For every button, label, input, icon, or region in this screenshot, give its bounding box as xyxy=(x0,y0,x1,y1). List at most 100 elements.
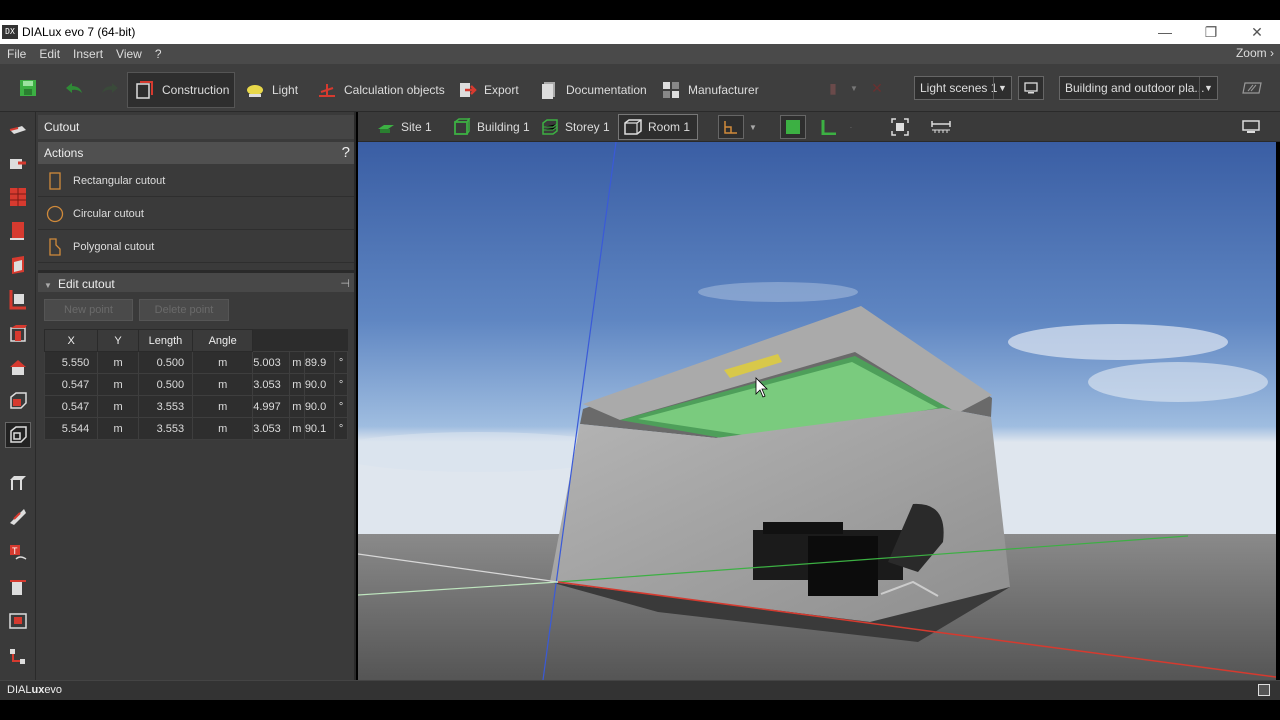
select-tool-icon[interactable] xyxy=(5,116,31,142)
tab-calculation-label: Calculation objects xyxy=(344,83,445,97)
tab-documentation[interactable]: Documentation xyxy=(532,72,647,108)
breadcrumb-room[interactable]: Room 1 xyxy=(618,114,698,140)
building-view-select[interactable]: Building and outdoor pla... ▼ xyxy=(1059,76,1218,100)
dialux-logo: DIALuxevo xyxy=(7,684,62,696)
roof-tool-icon[interactable] xyxy=(5,354,31,380)
view-mode-button[interactable] xyxy=(718,115,744,139)
circular-cutout-button[interactable]: Circular cutout xyxy=(38,198,354,230)
main-toolbar: Construction Light Calculation objects E… xyxy=(0,64,1280,112)
room-icon xyxy=(623,117,643,137)
play-icon[interactable]: ▮ xyxy=(820,80,846,97)
building-tool-icon[interactable] xyxy=(5,184,31,210)
table-row[interactable]: 5.550 m 0.500 m 5.003 m 89.9 ° xyxy=(43,351,348,374)
tab-light[interactable]: Light xyxy=(238,72,298,108)
cell-length[interactable]: 3.053 xyxy=(252,373,290,396)
edit-cutout-title: Edit cutout xyxy=(58,277,115,291)
tab-calculation-objects[interactable]: Calculation objects xyxy=(310,72,445,108)
3d-viewport[interactable] xyxy=(358,142,1276,680)
import-tool-icon[interactable] xyxy=(5,150,31,176)
cell-angle-unit: ° xyxy=(334,351,348,374)
zoom-menu[interactable]: Zoom › xyxy=(1236,46,1274,60)
window-tool-icon[interactable] xyxy=(5,608,31,634)
save-status-icon[interactable] xyxy=(1258,684,1270,696)
plan-view-button[interactable] xyxy=(1238,76,1266,100)
light-scenes-select[interactable]: Light scenes 1 ▼ xyxy=(914,76,1012,100)
solid-view-button[interactable] xyxy=(780,115,806,139)
cell-angle[interactable]: 89.9 xyxy=(303,351,336,374)
wall-view-dropdown-icon[interactable]: · xyxy=(844,115,858,139)
menu-help[interactable]: ? xyxy=(148,47,168,61)
monitor-icon xyxy=(1242,120,1260,133)
pin-icon[interactable]: ⊣ xyxy=(340,273,350,295)
cell-angle[interactable]: 90.0 xyxy=(303,373,336,396)
cell-y[interactable]: 3.553 xyxy=(137,417,194,440)
manufacturer-icon xyxy=(660,79,682,101)
view-mode-dropdown-icon[interactable]: ▼ xyxy=(746,115,760,139)
zoom-extents-button[interactable] xyxy=(887,115,913,139)
cell-x[interactable]: 0.547 xyxy=(43,395,99,418)
extrusion-tool-icon[interactable] xyxy=(5,388,31,414)
cutout-tool-icon[interactable] xyxy=(5,422,31,448)
new-point-button[interactable]: New point xyxy=(44,299,133,321)
close-icon[interactable]: ✕ xyxy=(1234,20,1280,44)
cell-y-unit: m xyxy=(192,373,254,396)
table-tool-icon[interactable] xyxy=(5,470,31,496)
cell-x[interactable]: 5.544 xyxy=(43,417,99,440)
delete-point-button[interactable]: Delete point xyxy=(139,299,229,321)
polygonal-cutout-button[interactable]: Polygonal cutout xyxy=(38,231,354,263)
breadcrumb-site[interactable]: Site 1 xyxy=(372,114,432,140)
cell-x[interactable]: 0.547 xyxy=(43,373,99,396)
room-tool-icon[interactable] xyxy=(5,252,31,278)
calculation-icon xyxy=(316,79,338,101)
cell-length-unit: m xyxy=(288,351,305,374)
menu-insert[interactable]: Insert xyxy=(66,47,109,61)
table-row[interactable]: 0.547 m 0.500 m 3.053 m 90.0 ° xyxy=(43,373,348,396)
undo-icon[interactable] xyxy=(56,64,92,112)
tab-construction[interactable]: Construction xyxy=(127,72,235,108)
collapse-icon[interactable]: ▼ xyxy=(44,275,58,297)
tab-export[interactable]: Export xyxy=(450,72,519,108)
cell-x[interactable]: 5.550 xyxy=(43,351,99,374)
stairs-tool-icon[interactable] xyxy=(5,504,31,530)
cell-length[interactable]: 3.053 xyxy=(252,417,290,440)
cell-y[interactable]: 0.500 xyxy=(137,351,194,374)
rectangular-cutout-button[interactable]: Rectangular cutout xyxy=(38,165,354,197)
menu-edit[interactable]: Edit xyxy=(32,47,66,61)
table-row[interactable]: 0.547 m 3.553 m 4.997 m 90.0 ° xyxy=(43,395,348,418)
cell-angle[interactable]: 90.1 xyxy=(303,417,336,440)
cell-length[interactable]: 4.997 xyxy=(252,395,290,418)
wall-view-button[interactable] xyxy=(816,115,842,139)
display-settings-button[interactable] xyxy=(1238,115,1264,139)
restore-icon[interactable]: ❐ xyxy=(1188,20,1234,44)
brand-suffix: evo xyxy=(44,684,63,696)
monitor-icon xyxy=(1024,82,1038,94)
measure-button[interactable] xyxy=(928,115,954,139)
ceiling-tool-icon[interactable] xyxy=(5,320,31,346)
breadcrumb-building[interactable]: Building 1 xyxy=(448,114,530,140)
cell-y[interactable]: 3.553 xyxy=(137,395,194,418)
play-dropdown-icon[interactable]: ▼ xyxy=(846,84,862,93)
door-tool-icon[interactable] xyxy=(5,574,31,600)
cell-angle[interactable]: 90.0 xyxy=(303,395,336,418)
menu-view[interactable]: View xyxy=(109,47,148,61)
text-tool-icon[interactable]: T xyxy=(5,540,31,566)
help-icon[interactable]: ? xyxy=(342,142,350,164)
redo-icon[interactable] xyxy=(92,64,128,112)
cell-length[interactable]: 5.003 xyxy=(252,351,290,374)
align-tool-icon[interactable] xyxy=(5,644,31,670)
storey-tool-icon[interactable] xyxy=(5,218,31,244)
floorplan-icon xyxy=(724,121,737,134)
cell-y[interactable]: 0.500 xyxy=(137,373,194,396)
polygonal-cutout-label: Polygonal cutout xyxy=(73,240,155,253)
tab-manufacturer[interactable]: Manufacturer xyxy=(654,72,759,108)
light-scene-settings-button[interactable] xyxy=(1018,76,1044,100)
breadcrumb-storey[interactable]: Storey 1 xyxy=(536,114,610,140)
wall-tool-icon[interactable] xyxy=(5,286,31,312)
table-row[interactable]: 5.544 m 3.553 m 3.053 m 90.1 ° xyxy=(43,417,348,440)
stop-icon[interactable]: ✕ xyxy=(862,80,892,97)
minimize-icon[interactable]: — xyxy=(1142,20,1188,44)
actions-title: Actions xyxy=(44,146,84,160)
menu-file[interactable]: File xyxy=(0,47,32,61)
save-icon[interactable] xyxy=(0,64,56,112)
edit-cutout-section[interactable]: ▼ Edit cutout ⊣ xyxy=(38,270,354,292)
